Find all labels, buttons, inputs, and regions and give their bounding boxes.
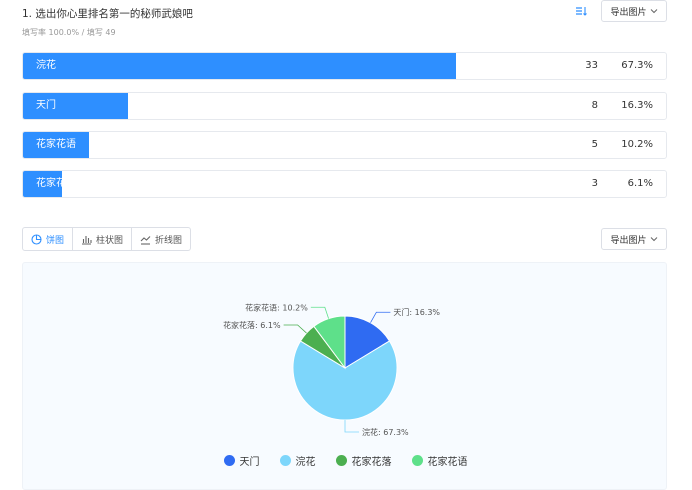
legend-marker — [279, 455, 291, 466]
sort-icon[interactable] — [575, 5, 587, 17]
result-label: 浣花 — [36, 60, 56, 71]
legend-marker — [223, 455, 235, 466]
pie-chart-icon — [31, 233, 42, 245]
pie-leader-line — [370, 311, 391, 323]
chevron-down-icon — [650, 237, 657, 242]
chart-legend: 天门 浣花 花家花落 花家花语 — [23, 453, 668, 468]
result-row: 天门 8 16.3% — [22, 92, 667, 120]
pie-chart: 天门: 16.3% 浣花: 67.3% 花家花落: 6.1% 花家花语: 10.2% — [223, 302, 440, 437]
chart-area: 天门: 16.3% 浣花: 67.3% 花家花落: 6.1% 花家花语: 10.2% … — [22, 262, 667, 490]
tab-label: 折线图 — [155, 235, 183, 246]
pie-leader-line — [310, 306, 329, 319]
chart-type-tabs: 饼图 柱状图 折线图 — [22, 227, 192, 251]
legend-label: 天门 — [239, 457, 260, 468]
question-title: 1. 选出你心里排名第一的秘师武娘吧 — [22, 8, 193, 20]
legend-item-huajiahualuo[interactable]: 花家花落 — [335, 453, 392, 468]
export-image-label: 导出图片 — [610, 7, 647, 18]
result-row: 花家花落 3 6.1% — [22, 170, 667, 198]
result-count: 3 — [591, 178, 598, 189]
tab-label: 饼图 — [46, 235, 65, 246]
pie-leader-line — [344, 420, 359, 433]
result-percent: 67.3% — [621, 60, 653, 71]
legend-label: 浣花 — [295, 457, 316, 468]
legend-item-huajiahuayu[interactable]: 花家花语 — [411, 453, 468, 468]
legend-label: 花家花落 — [351, 457, 392, 468]
result-label: 花家花落 — [36, 178, 76, 189]
legend-marker — [411, 455, 423, 466]
tab-label: 柱状图 — [96, 235, 124, 246]
export-image-label: 导出图片 — [610, 235, 647, 246]
pie-slice-label: 天门: 16.3% — [393, 307, 440, 317]
export-image-button[interactable]: 导出图片 — [601, 0, 667, 22]
export-chart-image-button[interactable]: 导出图片 — [601, 228, 667, 250]
result-count: 8 — [591, 100, 598, 111]
legend-marker — [335, 455, 347, 466]
pie-slice-label: 花家花落: 6.1% — [223, 320, 281, 330]
result-count: 5 — [591, 139, 598, 150]
result-bar-fill — [23, 53, 456, 79]
legend-item-tianmen[interactable]: 天门 — [223, 453, 260, 468]
legend-label: 花家花语 — [427, 457, 468, 468]
result-label: 花家花语 — [36, 139, 76, 150]
result-row: 花家花语 5 10.2% — [22, 131, 667, 159]
chevron-down-icon — [650, 9, 657, 14]
pie-slice-label: 浣花: 67.3% — [362, 427, 409, 437]
legend-item-huanhua[interactable]: 浣花 — [279, 453, 316, 468]
tab-line-chart[interactable]: 折线图 — [132, 228, 190, 250]
tab-bar-chart[interactable]: 柱状图 — [73, 228, 133, 250]
result-percent: 10.2% — [621, 139, 653, 150]
pie-leader-line — [283, 324, 307, 334]
result-count: 33 — [585, 60, 598, 71]
tab-pie-chart[interactable]: 饼图 — [23, 228, 74, 250]
result-label: 天门 — [36, 100, 56, 111]
bar-chart-icon — [82, 235, 92, 245]
result-row: 浣花 33 67.3% — [22, 52, 667, 80]
result-percent: 6.1% — [627, 178, 653, 189]
result-percent: 16.3% — [621, 100, 653, 111]
pie-slice-label: 花家花语: 10.2% — [245, 302, 308, 312]
question-stats: 填写率 100.0% / 填写 49 — [22, 28, 116, 37]
line-chart-icon — [140, 235, 151, 245]
